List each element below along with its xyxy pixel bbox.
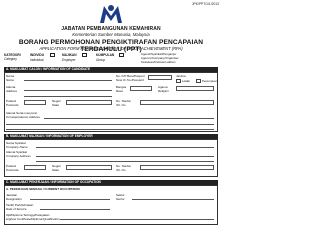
religion-field[interactable] [176, 86, 214, 91]
correspondence-line-2[interactable] [6, 124, 214, 125]
category-option-group: KUMPULAN Group [96, 53, 115, 62]
company-field[interactable] [36, 147, 214, 148]
designation-label-en: Designation [6, 197, 22, 201]
employer-state-label-en: State [52, 168, 60, 172]
employer-phone-field[interactable] [140, 165, 214, 170]
company-address-label-en: Company Address [6, 154, 31, 158]
form-code: JPK/PPT/1/1/2013 [191, 2, 219, 6]
sector-field[interactable] [132, 199, 214, 200]
race-field[interactable] [130, 86, 152, 91]
category-employer-checkbox[interactable] [82, 53, 87, 57]
correspondence-line-1[interactable] [44, 118, 214, 119]
designation-field[interactable] [30, 199, 110, 200]
ic-label-en: New IC No./Passport [116, 78, 145, 82]
male-checkbox[interactable] [176, 79, 181, 83]
ic-field[interactable] [148, 75, 172, 80]
category-row: KATEGORI Category INDIVIDU Individual MA… [4, 52, 218, 64]
department-logo [100, 5, 122, 23]
race-label-en: Race [116, 89, 124, 93]
qualification-label-en: Highest Certificate/Diploma/Qualificatio… [6, 217, 60, 221]
state-label-en: State [52, 103, 60, 107]
company-label-en: Company Name [6, 145, 28, 149]
correspondence-line-3[interactable] [6, 129, 214, 130]
religion-label-en: Religion [158, 89, 169, 93]
employer-phone-label-en: Tel. No. [116, 168, 127, 172]
name-label-en: Name [6, 78, 15, 82]
category-label-en: Category [4, 57, 17, 61]
category-individual-checkbox[interactable] [50, 53, 55, 57]
phone-field[interactable] [140, 100, 214, 105]
employer-state-field[interactable] [66, 165, 112, 170]
employer-postcode-label-en: Postcode [6, 168, 19, 172]
service-date-label-en: Date of Service [6, 207, 27, 211]
category-description: Agensi/Syarikat/Penganjur Agency/Company… [141, 52, 179, 64]
service-date-field[interactable] [40, 209, 110, 210]
company-address-line-2[interactable] [36, 161, 214, 162]
address-label-en: Address [6, 89, 18, 93]
address-line-2[interactable] [24, 96, 112, 97]
category-group-checkbox[interactable] [119, 53, 124, 57]
category-option-individual: INDIVIDU Individual [30, 53, 44, 62]
phone-label-en: Tel. No. [116, 103, 127, 107]
qualification-field[interactable] [60, 219, 214, 220]
postcode-label-en: Postcode [6, 103, 19, 107]
postcode-field[interactable] [24, 100, 46, 105]
female-label: Perempuan [202, 78, 218, 83]
section-b-body [4, 139, 218, 177]
occupation-subheading: A. PEKERJAAN SEMASA / CURRENT OCCUPATION [6, 187, 80, 191]
ministry-title: Kementerian Sumber Manusia, Malaysia [72, 32, 150, 37]
correspondence-label-en: Correspondence Address [6, 115, 40, 119]
category-option-employer: MAJIKAN Employer [62, 53, 77, 62]
female-checkbox[interactable] [196, 79, 201, 83]
employer-postcode-field[interactable] [24, 165, 46, 170]
state-field[interactable] [66, 100, 112, 105]
form-subtitle: APPLICATION FORM FOR RECOGNITION OF PRIO… [39, 46, 183, 51]
gender-label: Jantina [176, 74, 186, 78]
name-field[interactable] [24, 80, 112, 81]
sector-label-en: Sector [116, 197, 125, 201]
address-line-1[interactable] [24, 90, 112, 91]
company-address-line-1[interactable] [36, 156, 214, 157]
male-label: Lelaki [182, 78, 190, 83]
